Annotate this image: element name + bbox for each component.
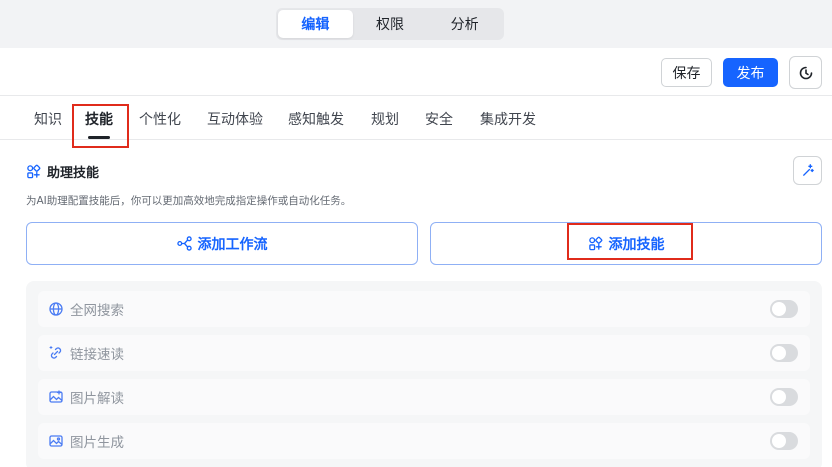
skill-row-link-read: 链接速读	[38, 335, 810, 371]
tab-personalization[interactable]: 个性化	[137, 97, 183, 140]
add-workflow-label: 添加工作流	[197, 236, 268, 253]
skill-row-image-generate: 图片生成	[38, 423, 810, 459]
top-band: 编辑 权限 分析	[0, 0, 832, 48]
tab-perception-trigger[interactable]: 感知触发	[286, 97, 346, 140]
magic-wand-icon	[800, 163, 815, 178]
highlight-add-skill	[567, 223, 693, 260]
tab-security[interactable]: 安全	[422, 97, 456, 140]
tab-planning[interactable]: 规划	[368, 97, 402, 140]
mode-segmented-control: 编辑 权限 分析	[276, 8, 504, 40]
globe-icon	[48, 301, 64, 317]
workflow-icon	[176, 236, 192, 251]
tab-knowledge[interactable]: 知识	[30, 97, 66, 140]
skill-toggle[interactable]	[770, 344, 798, 362]
ai-assist-button[interactable]	[793, 156, 822, 185]
add-workflow-button[interactable]: 添加工作流	[26, 222, 418, 265]
skill-name: 全网搜索	[70, 303, 124, 319]
skill-toggle[interactable]	[770, 388, 798, 406]
skill-toggle[interactable]	[770, 300, 798, 318]
skill-row-image-read: 图片解读	[38, 379, 810, 415]
history-button[interactable]	[789, 56, 822, 89]
tab-interaction[interactable]: 互动体验	[205, 97, 265, 140]
skill-row-web-search: 全网搜索	[38, 291, 810, 327]
segment-analytics[interactable]: 分析	[427, 10, 502, 38]
toolbar: 保存 发布	[0, 48, 832, 96]
tab-integration[interactable]: 集成开发	[478, 97, 538, 140]
publish-button[interactable]: 发布	[723, 58, 778, 87]
skills-icon	[26, 164, 41, 179]
link-read-icon	[48, 345, 64, 361]
image-generate-icon	[48, 433, 64, 449]
skills-description: 为AI助理配置技能后，你可以更加高效地完成指定操作或自动化任务。	[26, 195, 352, 207]
skills-title: 助理技能	[47, 165, 100, 181]
skill-name: 链接速读	[70, 347, 124, 363]
skill-name: 图片生成	[70, 435, 124, 451]
skill-toggle[interactable]	[770, 432, 798, 450]
segment-permissions[interactable]: 权限	[353, 10, 428, 38]
segment-edit[interactable]: 编辑	[278, 10, 353, 38]
save-button[interactable]: 保存	[661, 58, 712, 87]
highlight-skills-tab	[72, 104, 129, 148]
image-read-icon	[48, 389, 64, 405]
history-icon	[798, 65, 814, 81]
skills-section-header: 助理技能	[26, 160, 99, 182]
skill-name: 图片解读	[70, 391, 124, 407]
